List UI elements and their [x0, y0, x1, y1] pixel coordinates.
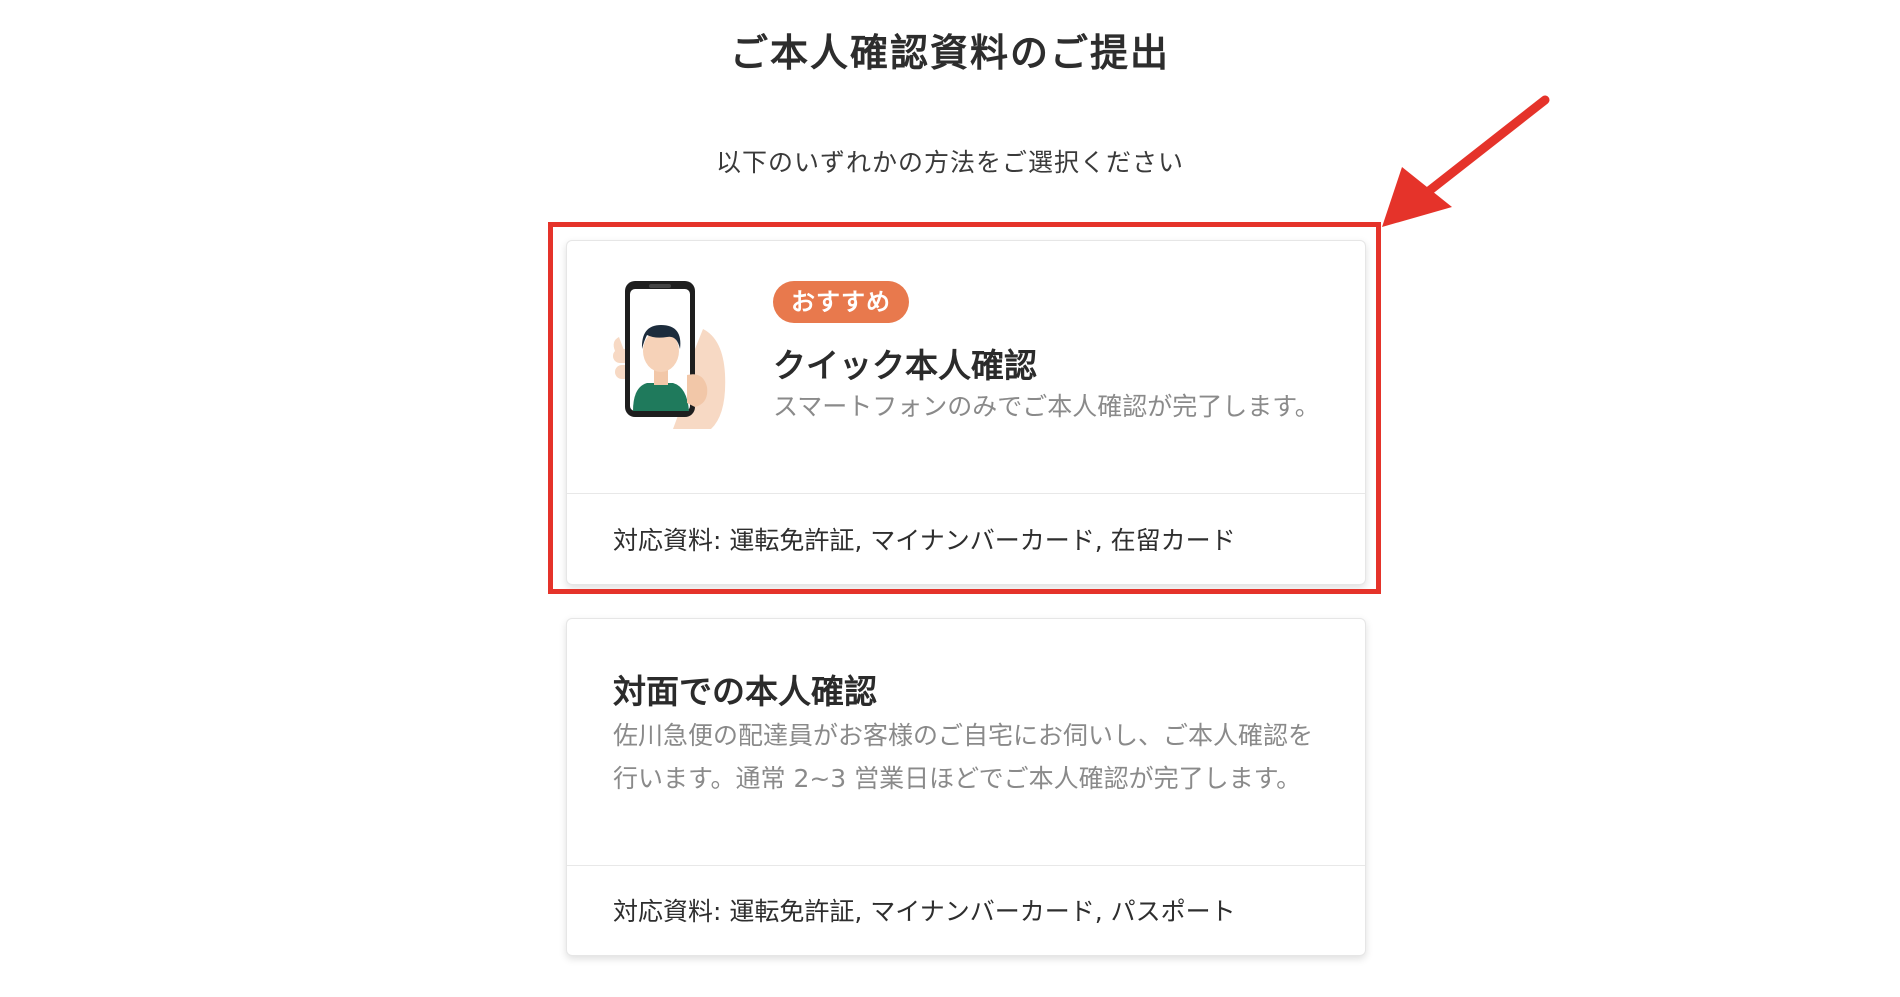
quick-verification-title: クイック本人確認 [773, 346, 1037, 385]
phone-selfie-icon [613, 281, 726, 429]
face-to-face-verification-card[interactable]: 対面での本人確認 佐川急便の配達員がお客様のご自宅にお伺いし、ご本人確認を行いま… [566, 618, 1366, 956]
recommended-badge: おすすめ [773, 281, 909, 323]
quick-verification-documents: 対応資料: 運転免許証, マイナンバーカード, 在留カード [613, 526, 1236, 555]
card-divider [567, 493, 1365, 494]
face-to-face-verification-title: 対面での本人確認 [613, 672, 877, 711]
quick-verification-card-body: おすすめ クイック本人確認 スマートフォンのみでご本人確認が完了します。 [567, 241, 1365, 493]
page-subtitle: 以下のいずれかの方法をご選択ください [715, 148, 1184, 177]
card-divider [567, 865, 1365, 866]
face-to-face-verification-card-body: 対面での本人確認 佐川急便の配達員がお客様のご自宅にお伺いし、ご本人確認を行いま… [567, 619, 1365, 865]
quick-verification-card[interactable]: おすすめ クイック本人確認 スマートフォンのみでご本人確認が完了します。 対応資… [566, 240, 1366, 585]
face-to-face-verification-documents: 対応資料: 運転免許証, マイナンバーカード, パスポート [613, 897, 1236, 926]
page-title: ご本人確認資料のご提出 [729, 31, 1170, 75]
quick-verification-description: スマートフォンのみでご本人確認が完了します。 [773, 392, 1320, 421]
face-to-face-verification-description: 佐川急便の配達員がお客様のご自宅にお伺いし、ご本人確認を行います。通常 2~3 … [613, 721, 1314, 793]
